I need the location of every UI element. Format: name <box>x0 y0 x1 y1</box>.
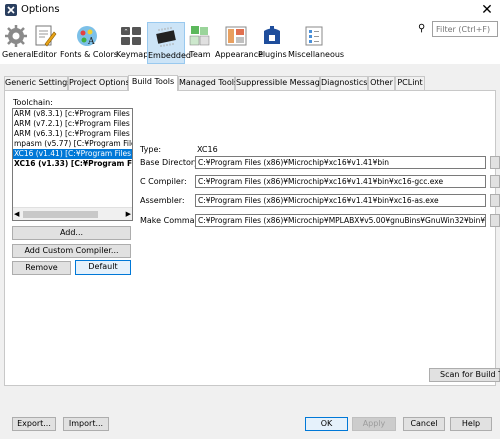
base-directory-browse-button[interactable] <box>490 156 500 169</box>
search-box: ⚲ <box>418 21 498 37</box>
close-button[interactable]: ✕ <box>474 0 500 20</box>
toolbar-team[interactable]: Team <box>187 22 213 64</box>
miscellaneous-icon <box>305 26 323 46</box>
general-icon <box>5 25 27 47</box>
title-bar <box>0 0 500 20</box>
toolchain-list[interactable]: ARM (v8.3.1) [c:¥Program Files (x8 ARM (… <box>12 108 133 221</box>
fonts-colors-icon: A <box>77 26 97 47</box>
tab-suppressible-messages[interactable]: Suppressible Messages <box>235 76 329 90</box>
toolbar-miscellaneous[interactable]: Miscellaneous <box>288 22 344 64</box>
toolbar-general[interactable]: General <box>2 22 34 64</box>
import-button[interactable]: Import... <box>63 417 109 431</box>
base-directory-field[interactable]: C:¥Program Files (x86)¥Microchip¥xc16¥v1… <box>195 156 486 169</box>
scroll-left-icon[interactable]: ◀ <box>14 210 19 218</box>
cancel-button[interactable]: Cancel <box>403 417 445 431</box>
list-item[interactable]: ARM (v7.2.1) [c:¥Program Files (x8 <box>13 119 132 129</box>
list-item[interactable]: ARM (v8.3.1) [c:¥Program Files (x8 <box>13 109 132 119</box>
assembler-browse-button[interactable] <box>490 194 500 207</box>
app-icon <box>5 4 17 16</box>
horizontal-scrollbar[interactable]: ◀ ▶ <box>13 207 132 220</box>
apply-button[interactable]: Apply <box>352 417 396 431</box>
svg-text:⌃: ⌃ <box>124 29 129 36</box>
team-icon <box>189 26 210 46</box>
help-button[interactable]: Help <box>450 417 492 431</box>
tab-pclint[interactable]: PCLint <box>395 76 425 90</box>
type-label: Type: <box>140 145 162 154</box>
base-directory-label: Base Directory: <box>140 158 202 167</box>
default-button[interactable]: Default <box>75 260 131 275</box>
filter-input[interactable] <box>432 21 498 37</box>
keymap-icon: ⌃ <box>121 27 141 45</box>
scroll-right-icon[interactable]: ▶ <box>126 210 131 218</box>
scan-for-build-tools-button[interactable]: Scan for Build T <box>429 368 500 382</box>
add-button[interactable]: Add... <box>12 226 131 240</box>
c-compiler-label: C Compiler: <box>140 177 187 186</box>
toolbar-keymap[interactable]: ⌃ Keymap <box>116 22 148 64</box>
scroll-thumb[interactable] <box>23 211 98 218</box>
make-command-browse-button[interactable] <box>490 214 500 227</box>
toolbar-embedded[interactable]: Embedded <box>147 22 191 64</box>
ok-button[interactable]: OK <box>305 417 348 431</box>
toolbar-editor[interactable]: Editor <box>32 22 58 64</box>
export-button[interactable]: Export... <box>12 417 56 431</box>
c-compiler-field[interactable]: C:¥Program Files (x86)¥Microchip¥xc16¥v1… <box>195 175 486 188</box>
plugins-icon <box>264 26 280 44</box>
tab-generic-settings[interactable]: Generic Settings <box>4 76 71 90</box>
remove-button[interactable]: Remove <box>12 261 71 275</box>
list-item[interactable]: ARM (v6.3.1) [c:¥Program Files (x8 <box>13 129 132 139</box>
toolbar-fonts-colors[interactable]: A Fonts & Colors <box>60 22 118 64</box>
assembler-label: Assembler: <box>140 196 185 205</box>
tab-build-tools[interactable]: Build Tools <box>128 75 178 91</box>
search-icon: ⚲ <box>418 23 426 34</box>
svg-text:A: A <box>87 37 95 47</box>
assembler-field[interactable]: C:¥Program Files (x86)¥Microchip¥xc16¥v1… <box>195 194 486 207</box>
type-value: XC16 <box>197 145 218 154</box>
toolchain-label: Toolchain: <box>13 98 53 107</box>
toolbar-appearance[interactable]: Appearance <box>215 22 263 64</box>
window-title: Options <box>21 4 60 15</box>
tab-managed-tools[interactable]: Managed Tools <box>178 76 238 90</box>
embedded-icon <box>156 27 176 47</box>
list-item-selected[interactable]: XC16 (v1.41) [C:¥Program Files (x8 <box>13 149 132 159</box>
c-compiler-browse-button[interactable] <box>490 175 500 188</box>
editor-icon <box>35 25 57 47</box>
make-command-field[interactable]: C:¥Program Files (x86)¥Microchip¥MPLABX¥… <box>195 214 486 227</box>
list-item[interactable]: mpasm (v5.77) [C:¥Program Files ( <box>13 139 132 149</box>
appearance-icon <box>225 26 247 46</box>
toolbar-plugins[interactable]: Plugins <box>258 22 287 64</box>
list-item[interactable]: XC16 (v1.33) [C:¥Program File <box>13 159 132 169</box>
add-custom-compiler-button[interactable]: Add Custom Compiler... <box>12 244 131 258</box>
tab-diagnostics[interactable]: Diagnostics <box>320 76 368 90</box>
tab-other[interactable]: Other <box>368 76 395 90</box>
tab-project-options[interactable]: Project Options <box>68 76 130 90</box>
